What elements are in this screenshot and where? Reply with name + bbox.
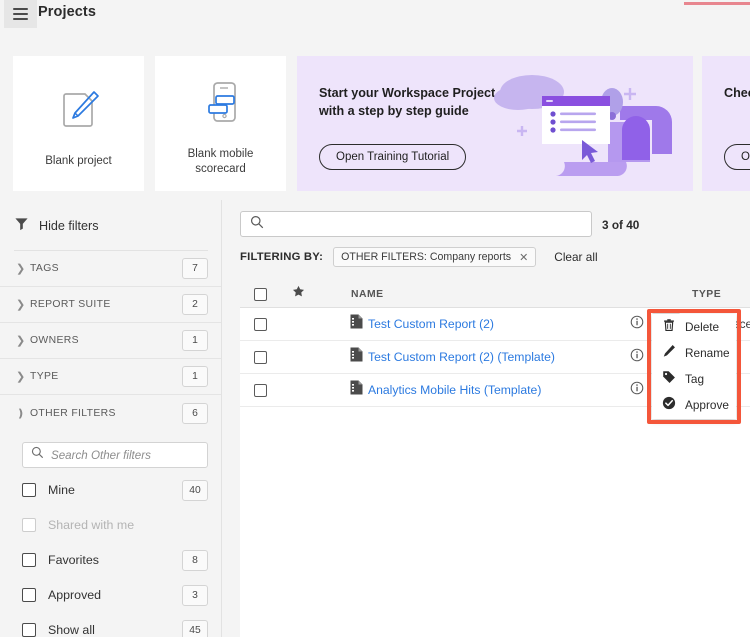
- info-circle-icon[interactable]: [630, 315, 644, 334]
- filter-option-show-all[interactable]: Show all 45: [0, 617, 222, 637]
- facet-count: 6: [182, 402, 208, 424]
- filters-sidebar: Hide filters ❯ TAGS 7 ❯ REPORT SUITE 2 ❯…: [0, 200, 222, 637]
- option-count: 45: [182, 619, 208, 637]
- chevron-right-icon: ❯: [16, 263, 26, 275]
- column-header-type[interactable]: TYPE: [692, 289, 721, 300]
- sidebar-facet-report-suite[interactable]: ❯ REPORT SUITE 2: [0, 287, 222, 323]
- funnel-icon: [14, 216, 29, 236]
- checkbox[interactable]: [22, 588, 36, 602]
- checkbox[interactable]: [22, 623, 36, 637]
- info-circle-icon[interactable]: [630, 381, 644, 400]
- star-icon[interactable]: [292, 285, 305, 303]
- active-filters-bar: FILTERING BY: OTHER FILTERS: Company rep…: [240, 247, 598, 267]
- quick-start-cards: Blank project Blank mobile scorecard Star…: [0, 56, 750, 191]
- app-header: Projects: [0, 0, 750, 28]
- search-icon: [31, 446, 44, 464]
- project-name-link[interactable]: Test Custom Report (2) (Template): [368, 350, 555, 364]
- select-all-checkbox[interactable]: [254, 287, 267, 301]
- checkbox[interactable]: [22, 483, 36, 497]
- mobile-scorecard-icon: [195, 71, 247, 133]
- filter-option-approved[interactable]: Approved 3: [0, 582, 222, 608]
- sidebar-divider: [221, 200, 222, 637]
- sidebar-facet-owners[interactable]: ❯ OWNERS 1: [0, 323, 222, 359]
- option-label: Favorites: [48, 553, 99, 567]
- hide-filters-label: Hide filters: [39, 219, 99, 233]
- filter-option-mine[interactable]: Mine 40: [0, 477, 222, 503]
- sidebar-facet-type[interactable]: ❯ TYPE 1: [0, 359, 222, 395]
- promo-secondary-button[interactable]: Op: [724, 144, 750, 170]
- table-header-row: NAME TYPE: [240, 281, 750, 307]
- promo-illustration: [490, 64, 685, 189]
- project-name-link[interactable]: Test Custom Report (2): [368, 317, 494, 331]
- facet-label: TAGS: [30, 263, 59, 274]
- option-label: Approved: [48, 588, 102, 602]
- project-name-link[interactable]: Analytics Mobile Hits (Template): [368, 383, 541, 397]
- promo-title: Chec: [724, 86, 750, 100]
- option-count: 40: [182, 479, 208, 501]
- facet-label: REPORT SUITE: [30, 299, 111, 310]
- filter-option-favorites[interactable]: Favorites 8: [0, 547, 222, 573]
- card-label: Blank mobile scorecard: [187, 147, 254, 175]
- filter-chip-company-reports[interactable]: OTHER FILTERS: Company reports ✕: [333, 247, 537, 267]
- hamburger-menu-icon[interactable]: [4, 0, 37, 28]
- clear-all-button[interactable]: Clear all: [554, 250, 597, 264]
- chevron-down-icon: ❫: [16, 407, 26, 420]
- card-label: Blank project: [45, 155, 112, 167]
- chevron-right-icon: ❯: [16, 371, 26, 383]
- facet-count: 1: [182, 366, 208, 387]
- option-count: 8: [182, 549, 208, 571]
- facet-label: OTHER FILTERS: [30, 407, 116, 419]
- search-icon: [250, 215, 264, 234]
- project-document-icon: [350, 380, 363, 400]
- project-document-icon: [350, 314, 363, 334]
- row-checkbox[interactable]: [254, 383, 267, 397]
- info-circle-icon[interactable]: [630, 348, 644, 367]
- facet-count: 1: [182, 330, 208, 351]
- projects-search[interactable]: [240, 211, 592, 237]
- option-count: 3: [182, 584, 208, 606]
- filtering-by-label: FILTERING BY:: [240, 251, 324, 263]
- promo-card-secondary: Chec Op: [702, 56, 750, 191]
- document-pencil-icon: [53, 78, 105, 140]
- promo-card-training: Start your Workspace Project with a step …: [297, 56, 693, 191]
- facet-count: 7: [182, 258, 208, 279]
- projects-main-panel: 3 of 40 FILTERING BY: OTHER FILTERS: Com…: [240, 205, 750, 637]
- page-title: Projects: [38, 4, 97, 20]
- row-checkbox[interactable]: [254, 317, 267, 331]
- chevron-right-icon: ❯: [16, 299, 26, 311]
- option-label: Show all: [48, 623, 95, 637]
- app-root: Projects Blank project Blank mobile scor…: [0, 0, 750, 637]
- sidebar-facet-other-filters[interactable]: ❫ OTHER FILTERS 6: [0, 395, 222, 431]
- row-checkbox[interactable]: [254, 350, 267, 364]
- search-input[interactable]: [272, 217, 582, 231]
- close-icon[interactable]: ✕: [519, 251, 528, 264]
- projects-table: NAME TYPE Test Custom Report (2) Workspa…: [240, 281, 750, 637]
- chevron-right-icon: ❯: [16, 335, 26, 347]
- checkbox[interactable]: [22, 553, 36, 567]
- context-menu-highlight: [647, 309, 741, 424]
- other-filters-search[interactable]: [22, 442, 208, 468]
- card-blank-project[interactable]: Blank project: [13, 56, 144, 191]
- facet-count: 2: [182, 294, 208, 315]
- sidebar-facet-tags[interactable]: ❯ TAGS 7: [0, 251, 222, 287]
- checkbox: [22, 518, 36, 532]
- filter-option-shared-with-me: Shared with me: [0, 512, 222, 538]
- facet-label: OWNERS: [30, 335, 79, 346]
- result-count: 3 of 40: [602, 218, 640, 232]
- table-body: Test Custom Report (2) Workspace p Test …: [240, 307, 750, 637]
- hide-filters-toggle[interactable]: Hide filters: [0, 200, 222, 250]
- filter-chip-label: OTHER FILTERS: Company reports: [341, 251, 512, 263]
- option-label: Shared with me: [48, 518, 135, 532]
- search-input[interactable]: [51, 448, 207, 462]
- column-header-name[interactable]: NAME: [351, 289, 384, 300]
- card-blank-mobile-scorecard[interactable]: Blank mobile scorecard: [155, 56, 286, 191]
- open-training-tutorial-button[interactable]: Open Training Tutorial: [319, 144, 467, 170]
- option-label: Mine: [48, 483, 75, 497]
- facet-label: TYPE: [30, 371, 59, 382]
- project-document-icon: [350, 347, 363, 367]
